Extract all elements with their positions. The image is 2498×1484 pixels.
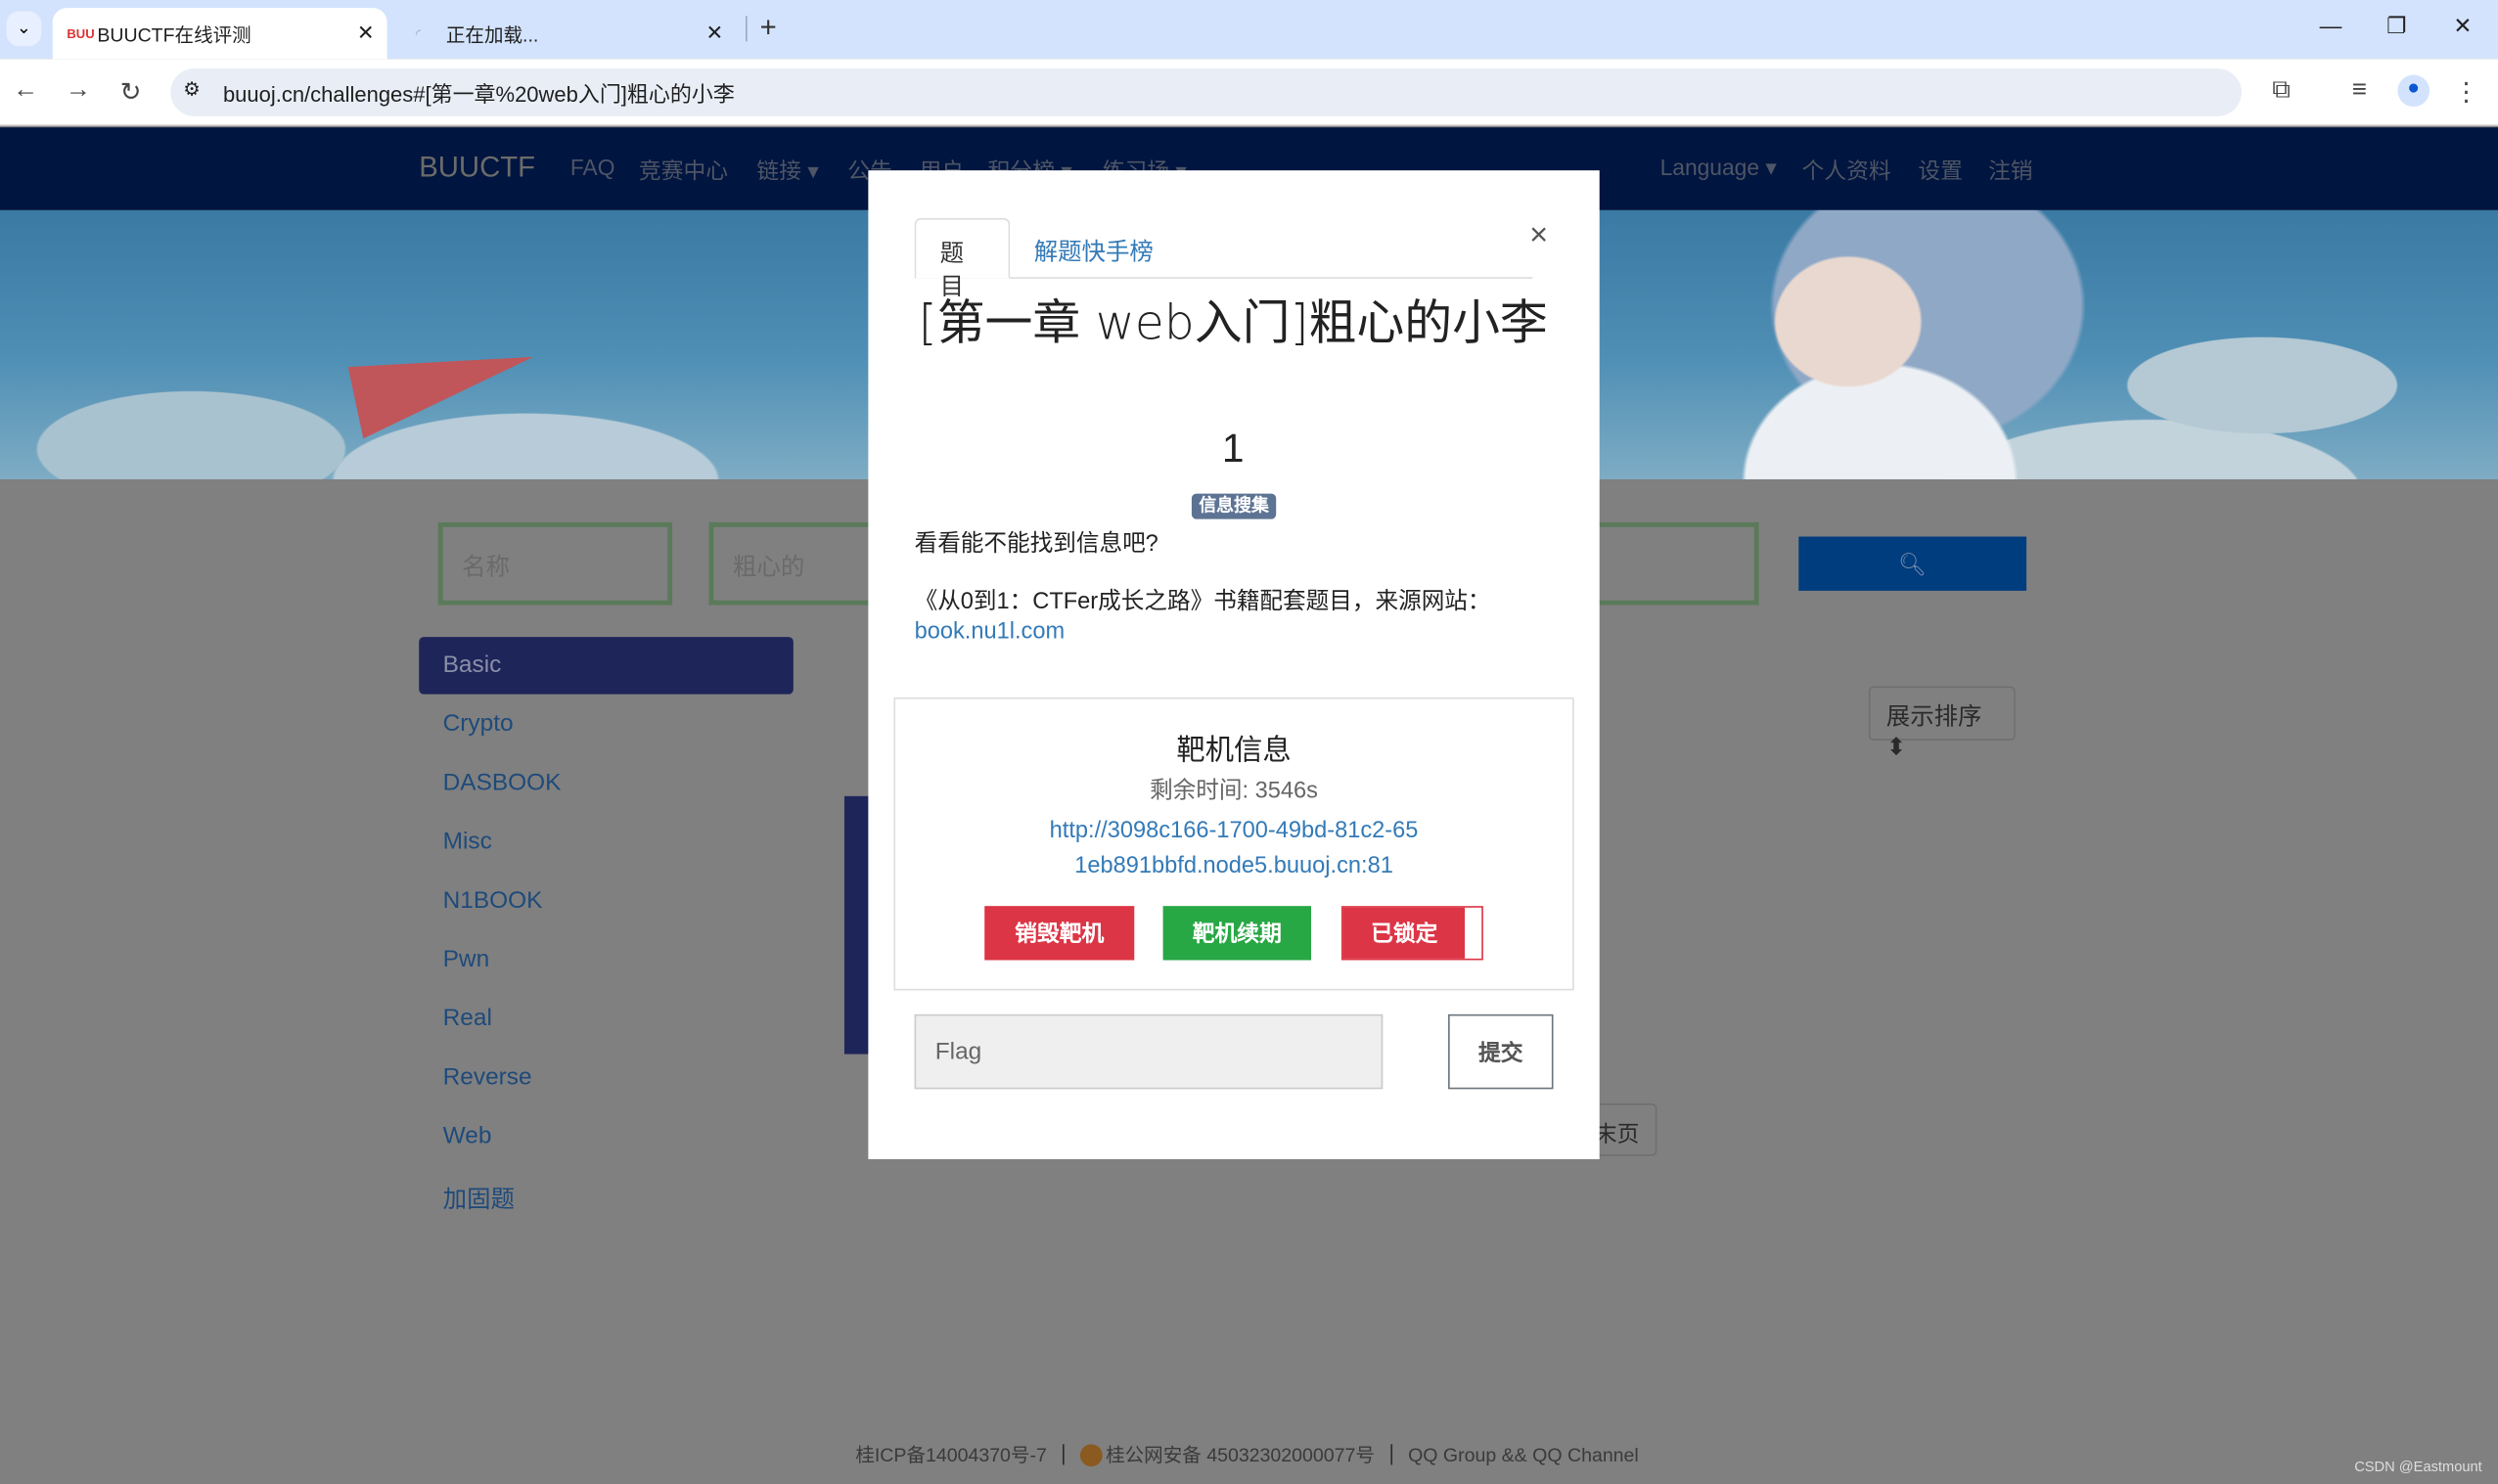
destroy-instance-button[interactable]: 销毁靶机: [984, 906, 1135, 961]
sidebar-item-dasbook[interactable]: DASBOOK: [419, 755, 794, 813]
nav-settings[interactable]: 设置: [1918, 155, 1963, 187]
nav-language[interactable]: Language ▾: [1660, 155, 1777, 182]
nav-contests[interactable]: 竞赛中心: [639, 155, 728, 187]
nav-profile[interactable]: 个人资料: [1801, 155, 1890, 187]
keyword-search-input[interactable]: 粗心的: [708, 521, 885, 606]
forward-icon[interactable]: →: [62, 76, 94, 105]
locked-toggle-button[interactable]: 已锁定: [1340, 906, 1483, 961]
challenge-tag-badge: 信息搜集: [1191, 493, 1277, 519]
sidebar-item-real[interactable]: Real: [419, 990, 794, 1048]
profile-avatar-icon[interactable]: ●: [2397, 74, 2430, 108]
close-tab-icon[interactable]: ✕: [357, 21, 375, 46]
close-window-icon[interactable]: ✕: [2453, 13, 2472, 40]
sidebar-item-hardening[interactable]: 加固题: [419, 1167, 794, 1225]
instance-remaining-time: 剩余时间: 3546s: [1150, 778, 1318, 804]
watermark: CSDN @Eastmount: [2354, 1458, 2482, 1475]
back-icon[interactable]: ←: [10, 76, 42, 105]
sidebar-item-n1book[interactable]: N1BOOK: [419, 873, 794, 930]
icp-link[interactable]: 桂ICP备14004370号-7: [855, 1441, 1047, 1468]
address-bar[interactable]: ⚙ buuoj.cn/challenges#[第一章%20web入门]粗心的小李: [170, 67, 2242, 116]
footer: 桂ICP备14004370号-7 桂公网安备 45032302000077号 Q…: [855, 1441, 1639, 1468]
new-tab-button[interactable]: +: [760, 11, 777, 44]
tab-challenge[interactable]: 题目: [914, 217, 1011, 301]
brand-logo[interactable]: BUUCTF: [419, 152, 535, 185]
sidebar-item-web[interactable]: Web: [419, 1108, 794, 1166]
loading-spinner-icon: ◜: [415, 25, 422, 41]
flag-input[interactable]: Flag: [914, 1013, 1384, 1090]
nav-logout[interactable]: 注销: [1988, 155, 2033, 187]
challenge-points: 1: [1221, 427, 1245, 472]
favicon-icon: BUU: [67, 25, 95, 41]
tab-loading[interactable]: ◜ 正在加载... ✕: [401, 8, 736, 59]
renew-instance-button[interactable]: 靶机续期: [1162, 906, 1312, 961]
submit-flag-button[interactable]: 提交: [1448, 1013, 1554, 1090]
media-icon[interactable]: ≡: [2343, 76, 2376, 105]
police-record-link[interactable]: 桂公网安备 45032302000077号: [1106, 1441, 1375, 1468]
name-search-input[interactable]: 名称: [437, 521, 673, 606]
url-text: buuoj.cn/challenges#[第一章%20web入门]粗心的小李: [222, 82, 735, 108]
minimize-icon[interactable]: —: [2320, 13, 2342, 38]
tab-solves-leaderboard[interactable]: 解题快手榜: [1010, 218, 1177, 279]
extensions-icon[interactable]: ⧉: [2265, 76, 2297, 105]
search-button[interactable]: 🔍︎: [1798, 536, 2027, 591]
instance-heading: 靶机信息: [1176, 734, 1292, 766]
category-search-input[interactable]: [1576, 521, 1759, 606]
sidebar-item-crypto[interactable]: Crypto: [419, 696, 794, 753]
reload-icon[interactable]: ↻: [114, 76, 147, 109]
search-icon: 🔍︎: [1898, 550, 1928, 576]
close-tab-icon[interactable]: ✕: [705, 21, 723, 46]
challenge-title: [第一章 web入门]粗心的小李: [918, 295, 1548, 352]
sidebar-item-pwn[interactable]: Pwn: [419, 931, 794, 989]
sidebar-item-reverse[interactable]: Reverse: [419, 1050, 794, 1107]
tab-title: 正在加载...: [445, 22, 539, 46]
tab-title: BUUCTF在线评测: [97, 22, 251, 46]
tab-strip: ⌄ BUU BUUCTF在线评测 ✕ ◜ 正在加载... ✕ + — ❐ ✕: [0, 0, 2498, 60]
tab-search-chevron-icon[interactable]: ⌄: [6, 11, 42, 47]
sort-button[interactable]: 展示排序 ⬍: [1868, 686, 2016, 761]
anime-character-illustration: [1657, 209, 2104, 479]
nav-faq[interactable]: FAQ: [570, 155, 615, 180]
restore-icon[interactable]: ❐: [2386, 13, 2406, 40]
divider: [1390, 1444, 1392, 1465]
tab-buuctf[interactable]: BUU BUUCTF在线评测 ✕: [52, 8, 387, 60]
police-badge-icon: [1080, 1443, 1103, 1466]
sidebar-item-misc[interactable]: Misc: [419, 814, 794, 872]
challenge-source: 《从0到1：CTFer成长之路》书籍配套题目，来源网站：: [914, 589, 1491, 615]
site-info-icon[interactable]: ⚙: [183, 78, 201, 101]
challenge-description: 看看能不能找到信息吧?: [914, 531, 1158, 558]
nav-links[interactable]: 链接 ▾: [756, 155, 818, 187]
divider: [1063, 1444, 1065, 1465]
sidebar-item-basic[interactable]: Basic: [419, 637, 794, 695]
instance-url-link[interactable]: http://3098c166-1700-49bd-81c2-651eb891b…: [893, 814, 1573, 884]
tab-divider: [745, 16, 748, 42]
close-modal-button[interactable]: ×: [1529, 218, 1548, 254]
qq-link[interactable]: QQ Group && QQ Channel: [1408, 1444, 1639, 1466]
menu-kebab-icon[interactable]: ⋮: [2450, 76, 2482, 109]
source-link[interactable]: book.nu1l.com: [915, 619, 1066, 645]
screen: ⌄ BUU BUUCTF在线评测 ✕ ◜ 正在加载... ✕ + — ❐ ✕ ← → ↻…: [0, 0, 2498, 1484]
